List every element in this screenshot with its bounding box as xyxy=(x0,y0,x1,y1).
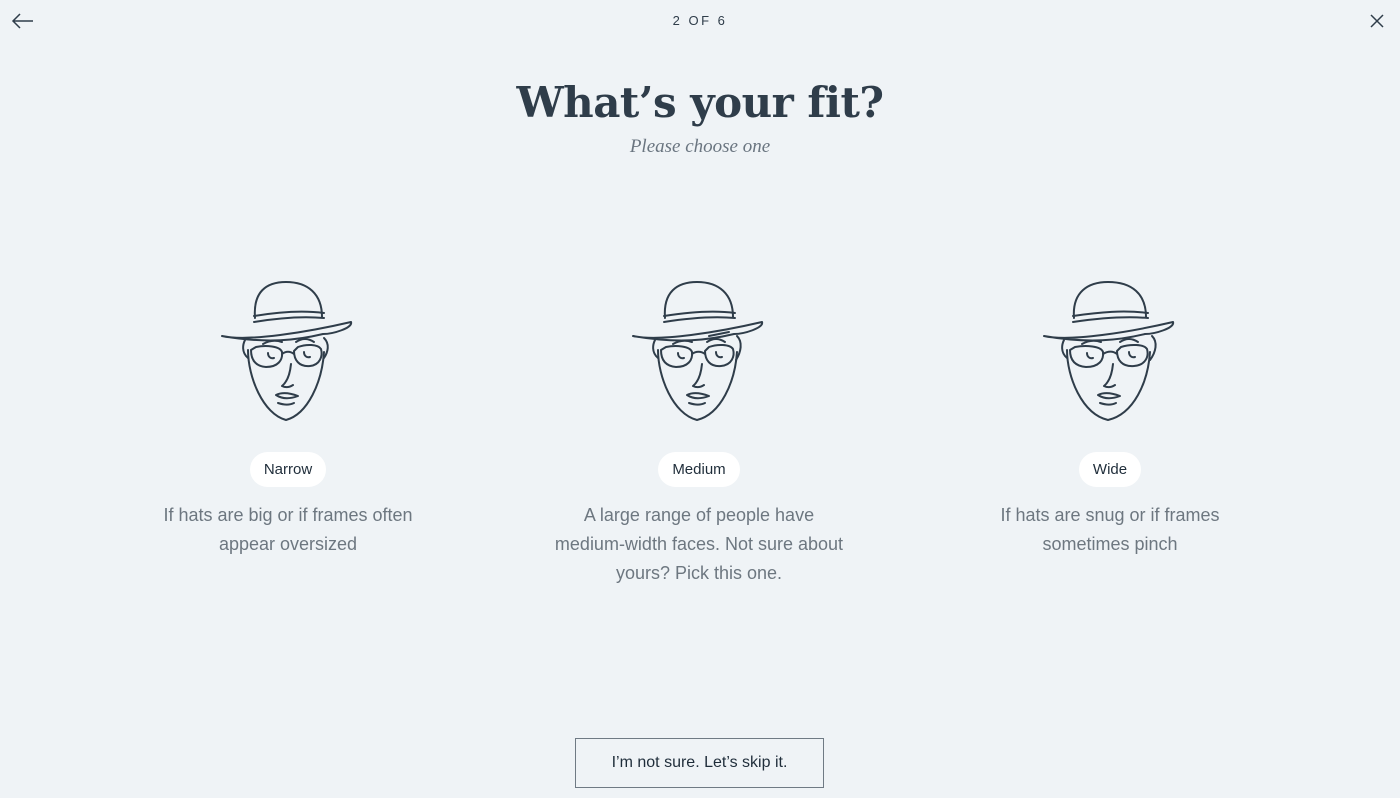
option-narrow-description: If hats are big or if frames often appea… xyxy=(163,505,413,554)
step-indicator: 2 OF 6 xyxy=(672,13,728,28)
wide-face-icon xyxy=(1043,281,1175,421)
option-medium-description: A large range of people have medium-widt… xyxy=(554,505,844,583)
option-medium[interactable]: Medium A large range of people have medi… xyxy=(539,272,859,588)
option-wide-label: Wide xyxy=(1078,452,1142,487)
narrow-face-icon xyxy=(221,281,353,421)
option-wide-description: If hats are snug or if frames sometimes … xyxy=(1000,505,1220,554)
quiz-page: 2 OF 6 What’s your fit? Please choose on… xyxy=(0,0,1400,798)
close-icon xyxy=(1370,14,1384,28)
close-button[interactable] xyxy=(1364,8,1390,34)
option-narrow[interactable]: Narrow If hats are big or if frames ofte… xyxy=(128,272,448,559)
skip-button[interactable]: I’m not sure. Let’s skip it. xyxy=(575,738,824,788)
option-medium-label: Medium xyxy=(658,452,740,487)
option-narrow-label: Narrow xyxy=(249,452,327,487)
option-wide[interactable]: Wide If hats are snug or if frames somet… xyxy=(950,272,1270,559)
page-subtitle: Please choose one xyxy=(629,136,771,157)
medium-face-icon xyxy=(632,281,764,421)
page-title: What’s your fit? xyxy=(516,78,884,127)
